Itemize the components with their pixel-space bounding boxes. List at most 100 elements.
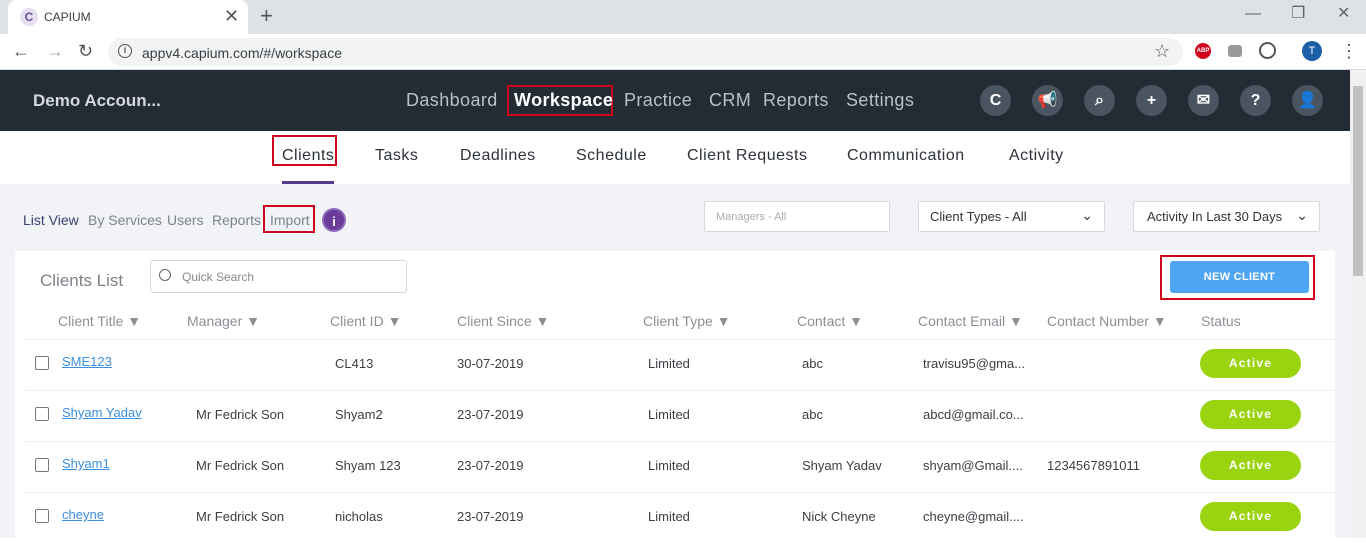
help-icon[interactable]: ?	[1240, 85, 1271, 116]
import-info-icon[interactable]: i	[322, 208, 346, 232]
client-type-cell: Limited	[648, 509, 690, 524]
plus-icon[interactable]: +	[1136, 85, 1167, 116]
nav-dashboard[interactable]: Dashboard	[406, 90, 498, 111]
manager-cell: Mr Fedrick Son	[196, 509, 285, 524]
contact-email-cell: abcd@gmail.co...	[923, 407, 1024, 422]
browser-tab-strip: C CAPIUM ✕ + — ❐ ✕	[0, 0, 1366, 34]
col-client-title[interactable]: Client Title ▼	[58, 313, 141, 329]
tab-communication[interactable]: Communication	[847, 147, 965, 165]
nav-workspace[interactable]: Workspace	[514, 90, 613, 111]
client-types-filter[interactable]: Client Types - All ⌄	[918, 201, 1105, 232]
account-name[interactable]: Demo Accoun...	[33, 91, 161, 111]
contact-email-cell: travisu95@gma...	[923, 356, 1026, 371]
table-row[interactable]: Shyam Yadav Mr Fedrick Son Shyam2 23-07-…	[25, 390, 1335, 441]
address-bar[interactable]: i appv4.capium.com/#/workspace ☆	[108, 38, 1183, 66]
col-client-id[interactable]: Client ID ▼	[330, 313, 401, 329]
row-checkbox[interactable]	[35, 509, 49, 523]
new-client-button[interactable]: NEW CLIENT	[1170, 261, 1309, 293]
nav-practice[interactable]: Practice	[624, 90, 692, 111]
adblock-extension-icon[interactable]: ABP	[1195, 43, 1211, 59]
nav-settings[interactable]: Settings	[846, 90, 914, 111]
contact-cell: Nick Cheyne	[802, 509, 876, 524]
activity-filter[interactable]: Activity In Last 30 Days ⌄	[1133, 201, 1320, 232]
site-info-icon[interactable]: i	[118, 44, 132, 58]
row-checkbox[interactable]	[35, 458, 49, 472]
page-scrollbar[interactable]	[1350, 70, 1366, 538]
user-icon[interactable]: 👤	[1292, 85, 1323, 116]
scrollbar-thumb[interactable]	[1353, 86, 1363, 276]
browser-tab[interactable]: C CAPIUM ✕	[8, 0, 248, 34]
col-contact-number[interactable]: Contact Number ▼	[1047, 313, 1167, 329]
managers-filter[interactable]: Managers - All	[704, 201, 890, 232]
back-icon[interactable]: ←	[12, 40, 30, 62]
tab-deadlines[interactable]: Deadlines	[460, 147, 536, 165]
chevron-down-icon: ⌄	[1296, 207, 1308, 223]
view-by-services[interactable]: By Services	[88, 212, 162, 228]
client-title-link[interactable]: SME123	[62, 354, 112, 369]
extension-sync-icon[interactable]	[1259, 42, 1276, 59]
status-badge[interactable]: Active	[1200, 349, 1301, 378]
tab-clients[interactable]: Clients	[282, 147, 334, 165]
activity-value: Activity In Last 30 Days	[1147, 209, 1283, 224]
client-id-cell: Shyam 123	[335, 458, 401, 473]
client-type-cell: Limited	[648, 458, 690, 473]
clients-list-card: Clients List Quick Search NEW CLIENT Cli…	[15, 251, 1335, 538]
minimize-icon[interactable]: —	[1245, 4, 1261, 24]
quick-search-placeholder: Quick Search	[182, 270, 255, 284]
page-content: List View By Services Users Reports Impo…	[0, 184, 1350, 538]
new-tab-icon[interactable]: +	[260, 4, 273, 28]
tab-tasks[interactable]: Tasks	[375, 147, 418, 165]
manager-cell: Mr Fedrick Son	[196, 458, 285, 473]
tab-schedule[interactable]: Schedule	[576, 147, 647, 165]
search-icon	[159, 269, 171, 281]
client-type-cell: Limited	[648, 356, 690, 371]
client-title-link[interactable]: cheyne	[62, 507, 104, 522]
view-users[interactable]: Users	[167, 212, 204, 228]
col-contact[interactable]: Contact ▼	[797, 313, 863, 329]
table-row[interactable]: Shyam1 Mr Fedrick Son Shyam 123 23-07-20…	[25, 441, 1335, 492]
tab-title: CAPIUM	[44, 10, 91, 24]
managers-filter-placeholder: Managers - All	[716, 211, 787, 223]
row-checkbox[interactable]	[35, 407, 49, 421]
status-badge[interactable]: Active	[1200, 400, 1301, 429]
col-client-since[interactable]: Client Since ▼	[457, 313, 549, 329]
row-checkbox[interactable]	[35, 356, 49, 370]
view-import[interactable]: Import	[270, 212, 310, 228]
tab-client-requests[interactable]: Client Requests	[687, 147, 807, 165]
browser-menu-icon[interactable]: ⋮	[1340, 40, 1358, 62]
contact-number-cell: 1234567891011	[1047, 458, 1141, 473]
tab-close-icon[interactable]: ✕	[224, 6, 239, 26]
restore-icon[interactable]: ❐	[1291, 4, 1305, 24]
reload-icon[interactable]: ↻	[78, 40, 93, 62]
client-type-cell: Limited	[648, 407, 690, 422]
client-since-cell: 23-07-2019	[457, 458, 524, 473]
search-icon[interactable]: ⌕	[1084, 85, 1115, 116]
app-header: Demo Accoun... Dashboard Workspace Pract…	[0, 70, 1350, 131]
extension-icon[interactable]	[1228, 45, 1242, 57]
manager-cell: Mr Fedrick Son	[196, 407, 285, 422]
table-row[interactable]: SME123 CL413 30-07-2019 Limited abc trav…	[25, 339, 1335, 390]
client-title-link[interactable]: Shyam1	[62, 456, 110, 471]
table-row[interactable]: cheyne Mr Fedrick Son nicholas 23-07-201…	[25, 492, 1335, 543]
client-id-cell: nicholas	[335, 509, 383, 524]
client-title-link[interactable]: Shyam Yadav	[62, 405, 142, 420]
capium-logo-icon[interactable]: C	[980, 85, 1011, 116]
nav-reports[interactable]: Reports	[763, 90, 829, 111]
status-badge[interactable]: Active	[1200, 451, 1301, 480]
nav-crm[interactable]: CRM	[709, 90, 751, 111]
view-list[interactable]: List View	[23, 212, 79, 228]
forward-icon[interactable]: →	[46, 40, 64, 62]
status-badge[interactable]: Active	[1200, 502, 1301, 531]
col-manager[interactable]: Manager ▼	[187, 313, 260, 329]
tab-activity[interactable]: Activity	[1009, 147, 1064, 165]
col-contact-email[interactable]: Contact Email ▼	[918, 313, 1023, 329]
window-close-icon[interactable]: ✕	[1337, 4, 1350, 24]
mail-icon[interactable]: ✉	[1188, 85, 1219, 116]
bookmark-star-icon[interactable]: ☆	[1154, 41, 1170, 62]
view-reports[interactable]: Reports	[212, 212, 261, 228]
contact-email-cell: cheyne@gmail....	[923, 509, 1024, 524]
profile-avatar[interactable]: T	[1302, 41, 1322, 61]
quick-search-input[interactable]: Quick Search	[150, 260, 407, 293]
megaphone-icon[interactable]: 📢	[1032, 85, 1063, 116]
col-client-type[interactable]: Client Type ▼	[643, 313, 731, 329]
